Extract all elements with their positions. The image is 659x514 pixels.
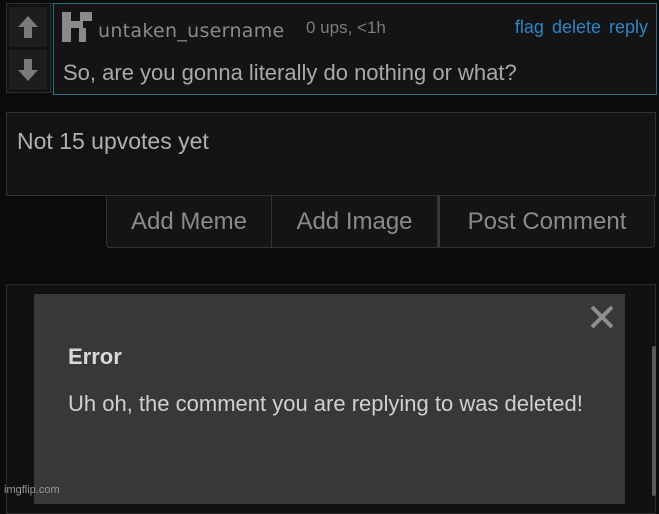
add-meme-button[interactable]: Add Meme	[106, 196, 272, 248]
arrow-up-icon	[18, 16, 38, 38]
flag-link[interactable]: flag	[515, 17, 544, 38]
watermark: imgflip.com	[4, 484, 60, 496]
avatar[interactable]	[62, 12, 92, 42]
scrollbar-thumb[interactable]	[652, 346, 656, 496]
comment-body: untaken_username 0 ups, <1h flag delete …	[53, 3, 657, 95]
error-message: Uh oh, the comment you are replying to w…	[68, 391, 583, 416]
close-icon[interactable]	[587, 302, 617, 332]
reply-input[interactable]: Not 15 upvotes yet	[6, 112, 656, 196]
downvote-button[interactable]	[9, 50, 47, 90]
comment-username[interactable]: untaken_username	[98, 20, 285, 42]
reply-link[interactable]: reply	[609, 17, 648, 38]
delete-link[interactable]: delete	[552, 17, 601, 38]
comment-card: untaken_username 0 ups, <1h flag delete …	[6, 3, 657, 95]
reply-button-row: Add Meme Add Image Post Comment	[106, 196, 655, 248]
arrow-down-icon	[18, 59, 38, 81]
reply-input-value: Not 15 upvotes yet	[17, 128, 209, 154]
error-modal: Error Uh oh, the comment you are replyin…	[34, 294, 625, 504]
add-image-button[interactable]: Add Image	[272, 196, 438, 248]
comment-meta: 0 ups, <1h	[306, 18, 386, 37]
comment-text: So, are you gonna literally do nothing o…	[63, 60, 517, 85]
comment-actions: flag delete reply	[515, 17, 648, 38]
upvote-button[interactable]	[9, 7, 47, 47]
vote-column	[7, 4, 51, 92]
post-comment-button[interactable]: Post Comment	[438, 196, 655, 248]
error-title: Error	[68, 344, 122, 369]
